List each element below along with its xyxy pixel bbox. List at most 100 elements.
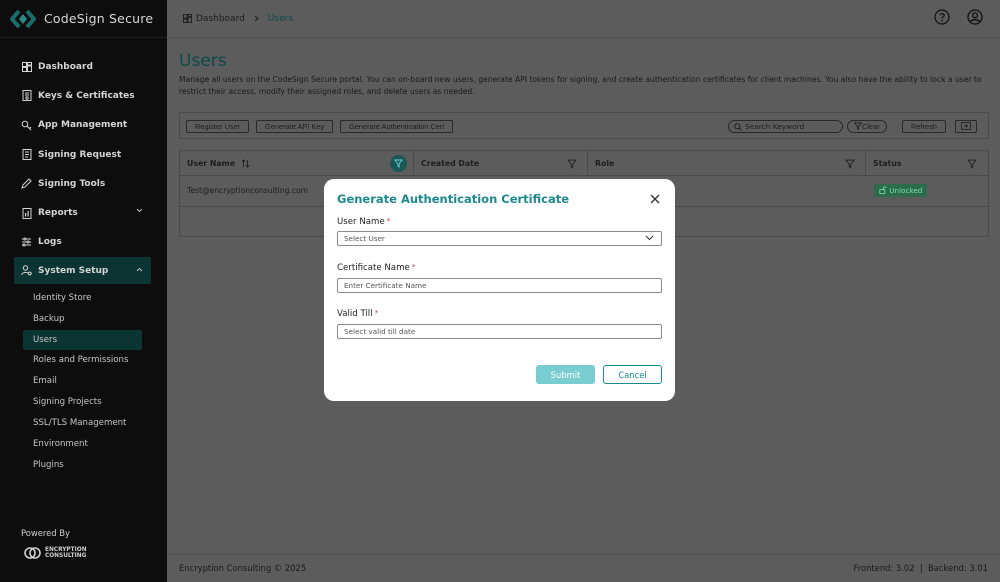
encryption-consulting-logo: ENCRYPTION CONSULTING	[24, 546, 87, 560]
column-header-role[interactable]: Role	[588, 151, 866, 176]
search-input[interactable]	[745, 122, 840, 131]
clear-button[interactable]: Clear	[847, 120, 887, 133]
table-header: User Name Created Date Role Status	[180, 151, 988, 176]
column-header-created-date[interactable]: Created Date	[414, 151, 588, 176]
sidebar-item-logs[interactable]: Logs	[0, 228, 167, 257]
register-user-button[interactable]: Register User	[186, 120, 250, 133]
required-mark: *	[374, 309, 379, 317]
page-description: Manage all users on the CodeSign Secure …	[179, 75, 982, 96]
chevron-down-icon[interactable]	[136, 208, 143, 213]
valid-till-label: Valid Till *	[337, 309, 379, 319]
breadcrumb: Dashboard Users	[183, 14, 293, 24]
sidebar-subitem-users[interactable]: Users	[23, 330, 142, 351]
export-icon	[961, 122, 971, 130]
sidebar-subitem-backup[interactable]: Backup	[0, 309, 167, 330]
submit-button[interactable]: Submit	[536, 365, 595, 384]
footer-versions: Frontend: 3.02 | Backend: 3.01	[853, 563, 988, 573]
pen-icon	[21, 178, 32, 190]
sidebar-subitem-environment[interactable]: Environment	[0, 434, 167, 455]
sidebar-subitem-ssl-tls[interactable]: SSL/TLS Management	[0, 413, 167, 434]
sidebar-subitem-signing-projects[interactable]: Signing Projects	[0, 392, 167, 413]
sidebar-item-reports[interactable]: Reports	[0, 198, 167, 227]
powered-by-label: Powered By	[21, 528, 70, 538]
valid-till-field	[337, 324, 662, 339]
breadcrumb-users: Users	[267, 13, 294, 24]
certificate-icon	[21, 90, 32, 102]
filter-icon-active[interactable]	[390, 155, 407, 172]
sidebar-item-app-management[interactable]: App Management	[0, 111, 167, 140]
sidebar-nav: Dashboard Keys & Certificates App Manage…	[0, 52, 167, 476]
help-icon[interactable]	[934, 9, 950, 25]
sidebar-subitem-plugins[interactable]: Plugins	[0, 455, 167, 476]
certificate-name-label: Certificate Name *	[337, 263, 416, 273]
logo-text-line-2: CONSULTING	[45, 553, 87, 559]
footer: Encryption Consulting © 2025 Frontend: 3…	[167, 554, 1000, 582]
user-select-placeholder: Select User	[344, 234, 385, 243]
sidebar-item-label: Signing Tools	[38, 178, 106, 189]
encryption-consulting-logo-icon	[24, 547, 41, 559]
export-button[interactable]	[955, 120, 977, 133]
sidebar-item-system-setup[interactable]: System Setup	[14, 257, 151, 285]
generate-auth-cert-modal: Generate Authentication Certificate User…	[324, 179, 675, 401]
search-icon	[734, 122, 742, 131]
cell-user-name: Test@encryptionconsulting.com	[187, 186, 309, 195]
valid-till-input[interactable]	[344, 325, 644, 338]
filter-icon[interactable]	[967, 159, 977, 169]
sidebar-item-label: Signing Request	[38, 149, 122, 160]
logs-icon	[21, 237, 32, 248]
user-select[interactable]: Select User	[337, 231, 662, 246]
user-settings-icon	[21, 265, 32, 276]
filter-clear-icon	[853, 122, 863, 131]
clear-label: Clear	[862, 122, 880, 131]
unlock-icon	[879, 186, 887, 194]
dashboard-icon	[21, 61, 32, 72]
sidebar-item-dashboard[interactable]: Dashboard	[0, 52, 167, 81]
filter-icon[interactable]	[845, 159, 855, 169]
dashboard-icon	[183, 14, 192, 23]
page-title: Users	[179, 51, 227, 71]
brand-name: CodeSign Secure	[44, 11, 154, 26]
user-profile-icon[interactable]	[967, 9, 983, 25]
report-icon	[21, 207, 32, 219]
chevron-up-icon[interactable]	[136, 267, 143, 272]
sidebar-item-label: System Setup	[38, 265, 109, 276]
search-box	[728, 120, 843, 133]
footer-copyright: Encryption Consulting © 2025	[179, 563, 307, 573]
sidebar-subitem-roles-permissions[interactable]: Roles and Permissions	[0, 350, 167, 371]
sidebar-item-label: Dashboard	[38, 61, 93, 72]
column-header-user-name[interactable]: User Name	[180, 151, 414, 176]
document-icon	[21, 149, 32, 161]
generate-auth-cert-button[interactable]: Generate Authentication Cert	[340, 120, 454, 133]
key-icon	[21, 120, 32, 131]
top-icons	[934, 9, 983, 25]
sidebar-subitem-identity-store[interactable]: Identity Store	[0, 288, 167, 309]
certificate-name-input[interactable]	[344, 279, 644, 292]
modal-title: Generate Authentication Certificate	[337, 192, 570, 206]
sort-icon[interactable]	[241, 159, 250, 168]
chevron-right-icon	[254, 15, 259, 22]
sidebar-item-signing-request[interactable]: Signing Request	[0, 140, 167, 169]
sidebar-item-label: Keys & Certificates	[38, 90, 135, 101]
sidebar-item-label: Reports	[38, 208, 78, 219]
status-badge: Unlocked	[874, 184, 928, 197]
required-mark: *	[386, 217, 391, 225]
sidebar-subitem-email[interactable]: Email	[0, 371, 167, 392]
brand[interactable]: CodeSign Secure	[0, 0, 167, 38]
codesign-logo-icon	[10, 9, 36, 28]
cancel-button[interactable]: Cancel	[603, 365, 662, 384]
refresh-button[interactable]: Refresh	[902, 120, 946, 133]
breadcrumb-dashboard[interactable]: Dashboard	[196, 14, 245, 24]
users-toolbar: Register User Generate API Key Generate …	[179, 112, 989, 139]
sidebar-item-keys-certificates[interactable]: Keys & Certificates	[0, 81, 167, 110]
certificate-name-field	[337, 278, 662, 293]
required-mark: *	[411, 263, 416, 271]
topbar: Dashboard Users	[167, 0, 1000, 38]
generate-api-key-button[interactable]: Generate API Key	[256, 120, 334, 133]
filter-icon[interactable]	[567, 159, 577, 169]
sidebar-item-signing-tools[interactable]: Signing Tools	[0, 169, 167, 198]
system-setup-submenu: Identity Store Backup Users Roles and Pe…	[0, 284, 167, 476]
close-icon[interactable]	[650, 194, 660, 204]
user-name-label: User Name *	[337, 217, 391, 227]
chevron-down-icon	[645, 235, 654, 241]
column-header-status[interactable]: Status	[866, 151, 988, 176]
